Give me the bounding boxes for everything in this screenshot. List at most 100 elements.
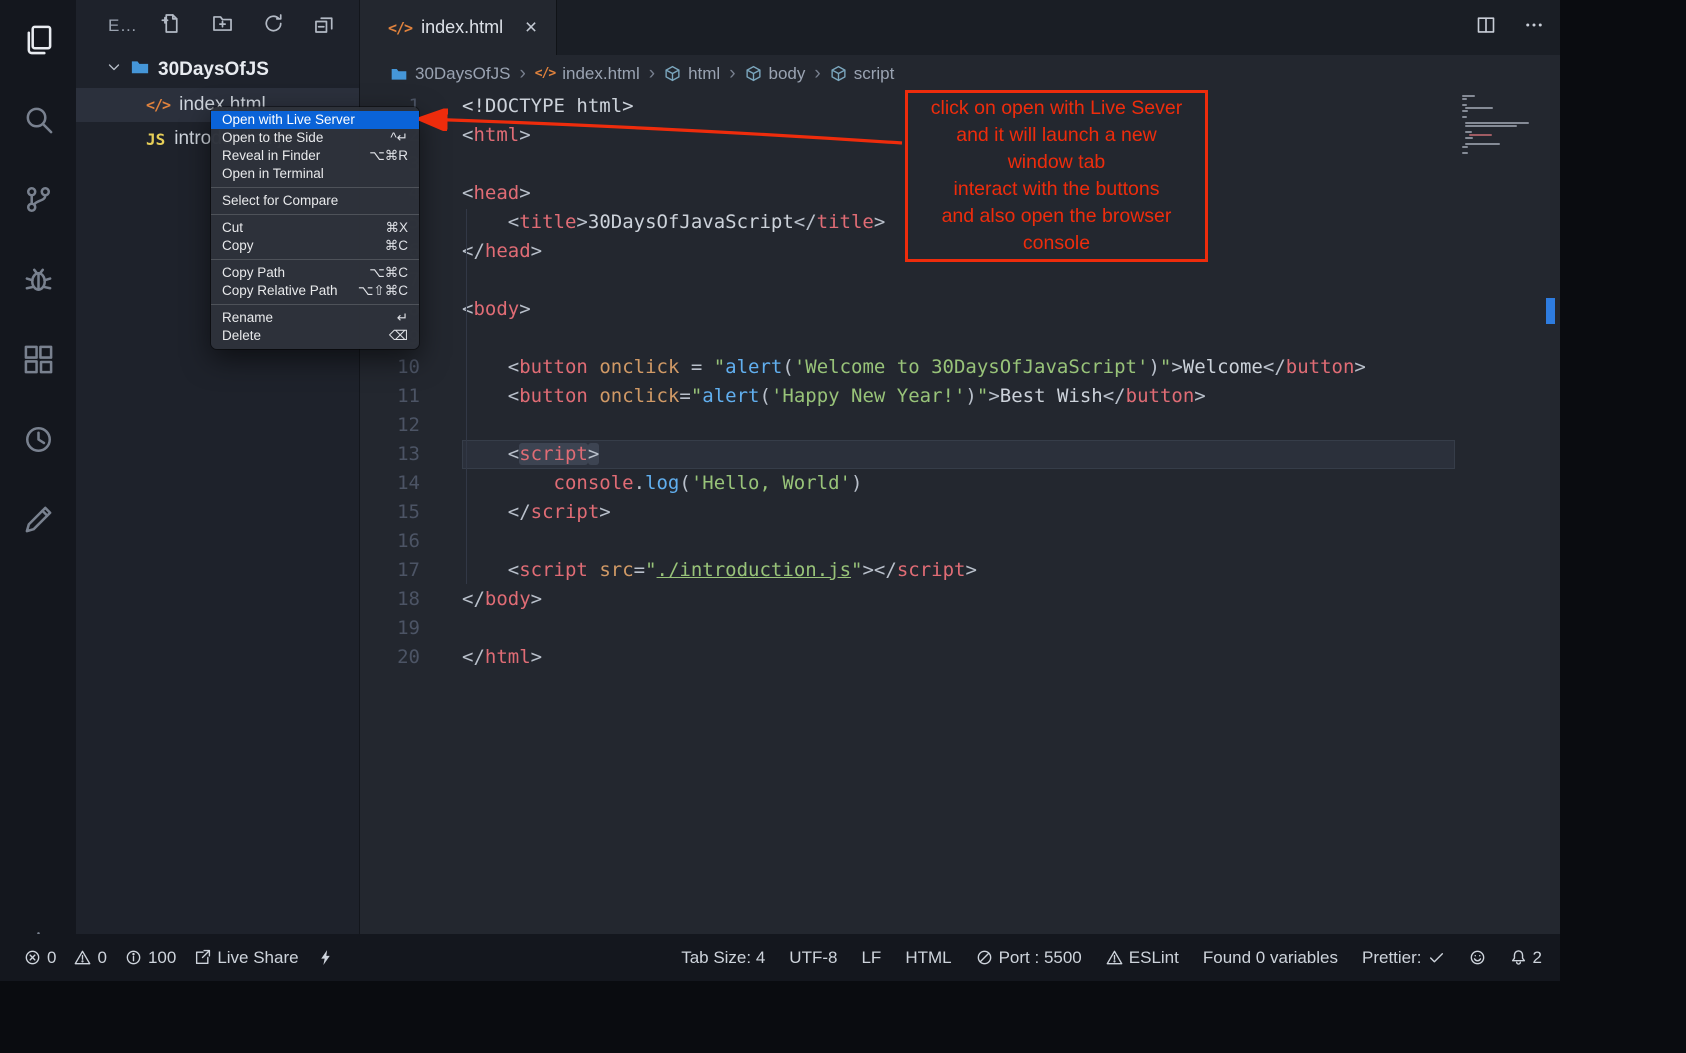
variables-count[interactable]: Found 0 variables	[1203, 948, 1338, 968]
sidebar-title: E…	[108, 16, 137, 36]
status-bar-right: Tab Size: 4 UTF-8 LF HTML Port : 5500 ESLint F…	[681, 948, 1542, 968]
menu-item-open-with-live-server[interactable]: Open with Live Server	[211, 111, 419, 129]
info-icon	[125, 949, 142, 966]
breadcrumb-item-index-html[interactable]: </>index.html	[535, 64, 640, 84]
tab-size-indicator[interactable]: Tab Size: 4	[681, 948, 765, 968]
code-line-8[interactable]: 8<body>	[360, 295, 1560, 324]
annotation-text-line: window tab	[914, 149, 1199, 176]
more-icon	[1524, 15, 1544, 35]
annotation-text-line: and also open the browser	[914, 203, 1199, 230]
code-line-17[interactable]: 17 <script src="./introduction.js"></scr…	[360, 556, 1560, 585]
eol-indicator[interactable]: LF	[861, 948, 881, 968]
breadcrumb: 30DaysOfJS›</>index.html›html›body›scrip…	[360, 55, 1560, 92]
prettier-status[interactable]: Prettier:	[1362, 948, 1445, 968]
menu-item-rename[interactable]: Rename↵	[211, 309, 419, 327]
annotation-text-line: interact with the buttons	[914, 176, 1199, 203]
breadcrumb-item-body[interactable]: body	[745, 64, 806, 84]
activity-run-debug[interactable]	[13, 254, 63, 304]
notifications-bell[interactable]: 2	[1510, 948, 1542, 968]
status-bar-left: 00 100 Live Share	[24, 948, 334, 968]
activity-explorer[interactable]	[13, 14, 63, 64]
js-file-icon: JS	[146, 130, 165, 149]
cube-icon	[830, 65, 847, 82]
menu-item-select-for-compare[interactable]: Select for Compare	[211, 192, 419, 210]
code-line-10[interactable]: 10 <button onclick = "alert('Welcome to …	[360, 353, 1560, 382]
eslint-status[interactable]: ESLint	[1106, 948, 1179, 968]
indent-guide	[466, 209, 467, 584]
code-line-19[interactable]: 19	[360, 614, 1560, 643]
breadcrumb-item-html[interactable]: html	[664, 64, 720, 84]
close-tab-icon[interactable]: ×	[520, 17, 542, 39]
breadcrumb-separator-icon: ›	[649, 63, 655, 85]
tab-index-html[interactable]: </> index.html ×	[360, 0, 557, 55]
menu-item-delete[interactable]: Delete⌫	[211, 327, 419, 345]
menu-shortcut: ⌘X	[385, 219, 408, 237]
code-line-13[interactable]: 13 <script>	[360, 440, 1560, 469]
code-line-14[interactable]: 14 console.log('Hello, World')	[360, 469, 1560, 498]
port-icon	[976, 949, 993, 966]
live-server-port[interactable]: Port : 5500	[976, 948, 1082, 968]
folder-icon	[390, 65, 408, 83]
html-file-icon: </>	[535, 66, 555, 81]
menu-item-open-to-the-side[interactable]: Open to the Side^↵	[211, 129, 419, 147]
menu-item-copy[interactable]: Copy⌘C	[211, 237, 419, 255]
error-icon	[24, 949, 41, 966]
code-line-9[interactable]: 9	[360, 324, 1560, 353]
minimap[interactable]	[1462, 95, 1546, 155]
line-number: 19	[360, 614, 420, 643]
problems-info[interactable]: 100	[125, 948, 176, 968]
code-line-15[interactable]: 15 </script>	[360, 498, 1560, 527]
new-folder-button[interactable]	[212, 13, 233, 39]
menu-shortcut: ^↵	[390, 129, 408, 147]
code-line-18[interactable]: 18</body>	[360, 585, 1560, 614]
menu-item-copy-path[interactable]: Copy Path⌥⌘C	[211, 264, 419, 282]
root-folder-label: 30DaysOfJS	[158, 59, 269, 81]
line-number: 15	[360, 498, 420, 527]
menu-item-copy-relative-path[interactable]: Copy Relative Path⌥⇧⌘C	[211, 282, 419, 300]
live-share-status[interactable]: Live Share	[194, 948, 298, 968]
split-editor-button[interactable]	[1476, 15, 1496, 40]
breadcrumb-item-30daysofjs[interactable]: 30DaysOfJS	[390, 64, 510, 84]
screenshot-canvas: E… 30DaysOfJS </> index.html JS introduc…	[0, 0, 1686, 1053]
more-actions-button[interactable]	[1524, 15, 1544, 40]
activity-extensions[interactable]	[13, 334, 63, 384]
problems-errors[interactable]: 0	[24, 948, 56, 968]
feedback-smiley[interactable]	[1469, 949, 1486, 966]
activity-search[interactable]	[13, 94, 63, 144]
activity-source-control[interactable]	[13, 174, 63, 224]
code-line-16[interactable]: 16	[360, 527, 1560, 556]
menu-separator	[211, 304, 419, 305]
menu-item-open-in-terminal[interactable]: Open in Terminal	[211, 165, 419, 183]
refresh-explorer-button[interactable]	[263, 13, 284, 39]
code-line-20[interactable]: 20</html>	[360, 643, 1560, 672]
collapse-folders-button[interactable]	[314, 13, 335, 39]
extensions-icon	[23, 344, 54, 375]
encoding-indicator[interactable]: UTF-8	[789, 948, 837, 968]
menu-separator	[211, 187, 419, 188]
collapse-all-icon	[314, 13, 335, 34]
breadcrumb-item-script[interactable]: script	[830, 64, 895, 84]
menu-shortcut: ⌥⌘R	[369, 147, 408, 165]
refresh-icon	[263, 13, 284, 34]
menu-separator	[211, 259, 419, 260]
overview-ruler-marker	[1546, 298, 1555, 324]
activity-history[interactable]	[13, 414, 63, 464]
menu-item-cut[interactable]: Cut⌘X	[211, 219, 419, 237]
code-line-7[interactable]: 7	[360, 266, 1560, 295]
language-mode-indicator[interactable]: HTML	[905, 948, 951, 968]
new-file-button[interactable]	[161, 13, 182, 39]
line-number: 16	[360, 527, 420, 556]
tree-folder-30daysofjs[interactable]: 30DaysOfJS	[76, 52, 359, 88]
quick-action-bolt[interactable]	[317, 949, 334, 966]
menu-shortcut: ⌥⌘C	[369, 264, 408, 282]
menu-item-reveal-in-finder[interactable]: Reveal in Finder⌥⌘R	[211, 147, 419, 165]
menu-separator	[211, 214, 419, 215]
activity-feedback-edit[interactable]	[13, 494, 63, 544]
scm-icon	[23, 184, 54, 215]
problems-warnings[interactable]: 0	[74, 948, 106, 968]
code-line-12[interactable]: 12	[360, 411, 1560, 440]
code-line-11[interactable]: 11 <button onclick="alert('Happy New Yea…	[360, 382, 1560, 411]
breadcrumb-separator-icon: ›	[814, 63, 820, 85]
breadcrumb-separator-icon: ›	[729, 63, 735, 85]
search-icon	[23, 104, 54, 135]
